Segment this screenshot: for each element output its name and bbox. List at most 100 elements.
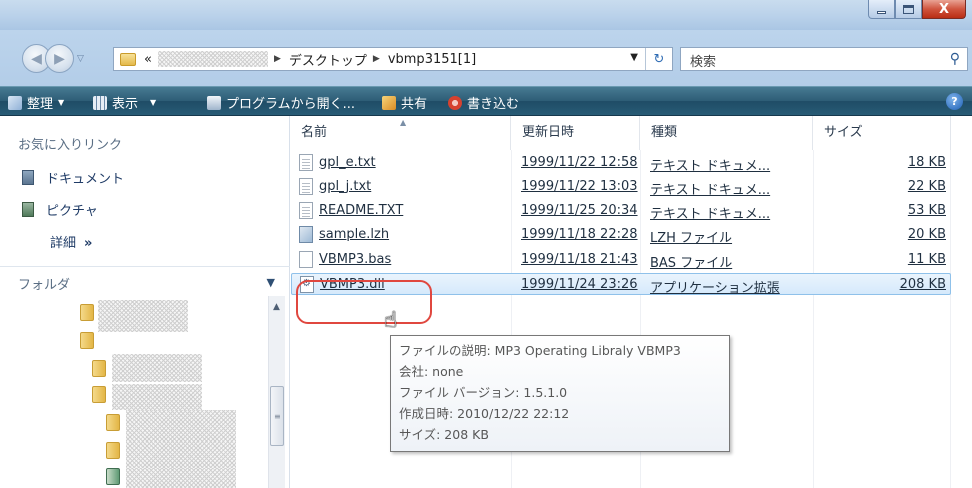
share-icon <box>382 95 396 110</box>
column-header-type[interactable]: 種類 <box>641 116 813 150</box>
navigation-buttons: ◀ ▶ ▽ <box>22 44 84 73</box>
more-links-button[interactable]: 詳細 » <box>50 232 92 251</box>
more-links-label: 詳細 <box>50 236 77 251</box>
navigation-pane-scrollbar[interactable]: ▲ ≡ <box>268 296 285 488</box>
command-toolbar: 整理 ▼ 表示 ▼ プログラムから開く... 共有 書き込む ? <box>0 86 972 116</box>
file-row[interactable]: sample.lzh 1999/11/18 22:28 LZH ファイル 20 … <box>291 224 951 246</box>
file-type: LZH ファイル <box>650 231 733 246</box>
chevron-down-icon: ▼ <box>58 98 65 107</box>
folders-header[interactable]: フォルダ <box>18 274 70 293</box>
file-size: 22 KB <box>907 179 946 194</box>
search-icon[interactable]: ⚲ <box>950 51 960 67</box>
address-overflow-button[interactable]: « <box>144 52 152 67</box>
tree-special-folder-icon[interactable] <box>106 468 120 485</box>
tree-folder-icon[interactable] <box>106 442 120 459</box>
file-info-tooltip: ファイルの説明: MP3 Operating Libraly VBMP3 会社:… <box>390 335 730 452</box>
minimize-icon <box>877 10 886 14</box>
scrollbar-grip-icon: ≡ <box>274 412 281 421</box>
file-row[interactable]: gpl_e.txt 1999/11/22 12:58 テキスト ドキュメ... … <box>291 152 951 174</box>
file-type: アプリケーション拡張 <box>650 281 780 296</box>
forward-button[interactable]: ▶ <box>45 44 74 73</box>
obscured-folder-name <box>126 410 236 442</box>
address-history-dropdown-icon[interactable]: ▼ <box>630 52 638 63</box>
address-bar[interactable]: « ▶ デスクトップ ▶ vbmp3151[1] ▼ ↻ <box>113 47 673 71</box>
column-header-name[interactable]: 名前 ▲ <box>291 116 511 150</box>
file-date: 1999/11/24 23:26 <box>521 277 638 292</box>
refresh-icon: ↻ <box>653 51 665 67</box>
column-header-label: 名前 <box>301 125 328 140</box>
pane-divider <box>0 266 290 267</box>
refresh-button[interactable]: ↻ <box>645 48 672 70</box>
file-type: テキスト ドキュメ... <box>650 183 771 198</box>
tooltip-size: サイズ: 208 KB <box>399 427 489 442</box>
column-header-label: 種類 <box>651 125 678 140</box>
forward-arrow-icon: ▶ <box>54 50 65 67</box>
file-row[interactable]: gpl_j.txt 1999/11/22 13:03 テキスト ドキュメ... … <box>291 176 951 198</box>
scroll-up-icon[interactable]: ▲ <box>273 302 280 312</box>
archive-file-icon <box>299 226 313 243</box>
double-chevron-icon: » <box>84 236 93 251</box>
breadcrumb-current-folder[interactable]: vbmp3151[1] <box>388 52 476 67</box>
file-size: 53 KB <box>907 203 946 218</box>
file-type: テキスト ドキュメ... <box>650 207 771 222</box>
file-name: VBMP3.bas <box>319 252 392 267</box>
open-with-icon <box>207 95 221 110</box>
navigation-pane: お気に入りリンク ドキュメント ピクチャ 詳細 » フォルダ ▼ ▲ ≡ <box>0 116 290 488</box>
search-input[interactable]: 検索 ⚲ <box>680 47 968 71</box>
file-icon <box>299 251 313 268</box>
close-button[interactable]: X <box>922 0 966 19</box>
folder-icon <box>120 52 136 66</box>
tree-folder-icon[interactable] <box>80 304 94 321</box>
file-date: 1999/11/18 21:43 <box>521 252 638 267</box>
breadcrumb-desktop[interactable]: デスクトップ <box>289 50 367 69</box>
favorite-links-title: お気に入りリンク <box>18 138 123 153</box>
tooltip-company: 会社: none <box>399 364 464 379</box>
favorite-link-documents[interactable]: ドキュメント <box>22 168 124 187</box>
file-size: 20 KB <box>907 227 946 242</box>
column-header-date[interactable]: 更新日時 <box>512 116 640 150</box>
file-row[interactable]: README.TXT 1999/11/25 20:34 テキスト ドキュメ...… <box>291 200 951 222</box>
chevron-down-icon[interactable]: ▼ <box>267 276 275 289</box>
text-file-icon <box>299 178 313 195</box>
maximize-button[interactable] <box>895 0 922 19</box>
help-button[interactable]: ? <box>946 93 963 110</box>
breadcrumb-separator-icon[interactable]: ▶ <box>373 54 380 64</box>
tree-folder-icon[interactable] <box>92 360 106 377</box>
breadcrumb-separator-icon[interactable]: ▶ <box>274 54 281 64</box>
title-bar: X <box>0 0 972 30</box>
file-type: BAS ファイル <box>650 256 733 271</box>
maximize-icon <box>903 4 914 14</box>
favorite-link-pictures[interactable]: ピクチャ <box>22 200 98 219</box>
open-with-button[interactable]: プログラムから開く... <box>207 93 355 112</box>
recent-pages-dropdown-icon[interactable]: ▽ <box>77 54 84 64</box>
tooltip-description: ファイルの説明: MP3 Operating Libraly VBMP3 <box>399 343 681 358</box>
file-date: 1999/11/25 20:34 <box>521 203 638 218</box>
tooltip-created: 作成日時: 2010/12/22 22:12 <box>399 406 570 421</box>
tree-folder-icon[interactable] <box>106 414 120 431</box>
tree-folder-icon[interactable] <box>92 386 106 403</box>
address-row: ◀ ▶ ▽ « ▶ デスクトップ ▶ vbmp3151[1] ▼ ↻ 検索 ⚲ <box>0 30 972 86</box>
organize-menu[interactable]: 整理 ▼ <box>8 93 64 112</box>
file-row-selected[interactable]: VBMP3.dll 1999/11/24 23:26 アプリケーション拡張 20… <box>291 273 951 296</box>
open-with-label: プログラムから開く... <box>226 97 356 112</box>
pictures-icon <box>22 202 34 217</box>
favorite-link-label: ドキュメント <box>46 172 125 187</box>
documents-icon <box>22 170 34 185</box>
file-name: README.TXT <box>319 203 404 218</box>
file-row[interactable]: VBMP3.bas 1999/11/18 21:43 BAS ファイル 11 K… <box>291 249 951 271</box>
burn-button[interactable]: 書き込む <box>448 93 519 112</box>
text-file-icon <box>299 202 313 219</box>
scrollbar-thumb[interactable]: ≡ <box>270 386 284 446</box>
file-size: 18 KB <box>907 155 946 170</box>
burn-label: 書き込む <box>467 97 520 112</box>
tree-folder-icon[interactable] <box>80 332 94 349</box>
obscured-folder-name <box>126 468 236 488</box>
file-name: VBMP3.dll <box>320 277 385 292</box>
obscured-breadcrumb <box>157 51 268 67</box>
column-header-size[interactable]: サイズ <box>814 116 951 150</box>
file-date: 1999/11/22 13:03 <box>521 179 638 194</box>
burn-disc-icon <box>448 95 462 110</box>
minimize-button[interactable] <box>868 0 895 19</box>
views-menu[interactable]: 表示 ▼ <box>93 93 156 112</box>
search-placeholder: 検索 <box>690 55 717 70</box>
